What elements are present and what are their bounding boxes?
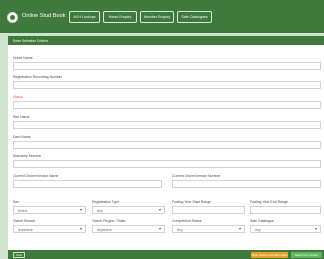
sire-name-input[interactable]	[13, 121, 321, 129]
current-owner-number-label: Current Owner/Vendor Number	[172, 174, 221, 178]
dam-name-input[interactable]	[13, 141, 321, 149]
panel-footer: Clear Clear Search and Start Again Searc…	[8, 250, 324, 259]
chevron-down-icon	[239, 228, 241, 230]
chevron-down-icon	[80, 228, 82, 230]
sale-catalogue-label: Sale Catalogue	[250, 219, 274, 223]
registration-type-select[interactable]: Any	[92, 206, 165, 214]
reset-search-button[interactable]: Clear Search and Start Again	[251, 251, 288, 258]
sale-catalogue-select-value: Any	[255, 228, 261, 232]
tab-sale-catalogues[interactable]: Sale Catalogues	[177, 11, 212, 23]
horse-name-input[interactable]	[13, 62, 321, 70]
sex-select[interactable]: Select	[13, 206, 86, 214]
sale-catalogue-select[interactable]: Any	[250, 225, 321, 233]
foaling-end-label: Foaling Year End Range	[250, 200, 288, 204]
foaling-start-label: Foaling Year Start Range	[172, 200, 212, 204]
tab-horse-enquiry[interactable]: Horse Enquiry	[103, 11, 137, 23]
registration-type-label: Registration Type	[92, 200, 120, 204]
search-panel: Enter Selection Criteria Horse Name Regi…	[8, 36, 324, 259]
registration-number-label: Registration Recording Number	[13, 75, 63, 79]
owner-branch-select-value: Anywhere	[18, 228, 33, 232]
microchip-input[interactable]	[13, 160, 321, 168]
registration-type-select-value: Any	[97, 209, 103, 213]
sex-select-value: Select	[18, 209, 28, 213]
tab-ach-lookups[interactable]: ACH Lookups	[69, 11, 100, 23]
current-owner-number-input[interactable]	[172, 180, 321, 188]
owner-region-select-value: Anywhere	[97, 228, 112, 232]
dam-name-label: Dam Name	[13, 135, 31, 139]
competition-status-label: Competition Status	[172, 219, 202, 223]
status-input[interactable]	[13, 101, 321, 109]
chevron-down-icon	[159, 209, 161, 211]
panel-title: Enter Selection Criteria	[13, 39, 48, 43]
app-title[interactable]: Online Stud Book	[22, 13, 66, 19]
horse-logo-icon[interactable]	[7, 12, 18, 23]
sire-name-label: Sire Name	[13, 115, 30, 119]
chevron-down-icon	[80, 209, 82, 211]
clear-button[interactable]: Clear	[13, 251, 25, 258]
current-owner-input[interactable]	[13, 180, 162, 188]
owner-branch-select[interactable]: Anywhere	[13, 225, 86, 233]
registration-number-input[interactable]	[13, 81, 321, 89]
owner-branch-label: Owner Branch	[13, 219, 36, 223]
horse-name-label: Horse Name	[13, 56, 33, 60]
top-bar: Online Stud Book ACH Lookups Horse Enqui…	[0, 0, 324, 33]
current-owner-label: Current Owner/Vendor Name	[13, 174, 59, 178]
tab-member-enquiry[interactable]: Member Enquiry	[140, 11, 174, 23]
competition-status-select-value: Any	[177, 228, 183, 232]
foaling-start-input[interactable]	[172, 206, 245, 214]
owner-region-select[interactable]: Anywhere	[92, 225, 165, 233]
microchip-label: Microchip Number	[13, 154, 42, 158]
chevron-down-icon	[159, 228, 161, 230]
owner-region-label: Owner Region / State	[92, 219, 126, 223]
panel-header: Enter Selection Criteria	[8, 36, 324, 45]
search-button[interactable]: Search For Horses	[291, 251, 322, 258]
status-label: Status	[13, 95, 23, 99]
sex-label: Sex	[13, 200, 20, 204]
competition-status-select[interactable]: Any	[172, 225, 245, 233]
chevron-down-icon	[315, 228, 317, 230]
foaling-end-input[interactable]	[250, 206, 321, 214]
